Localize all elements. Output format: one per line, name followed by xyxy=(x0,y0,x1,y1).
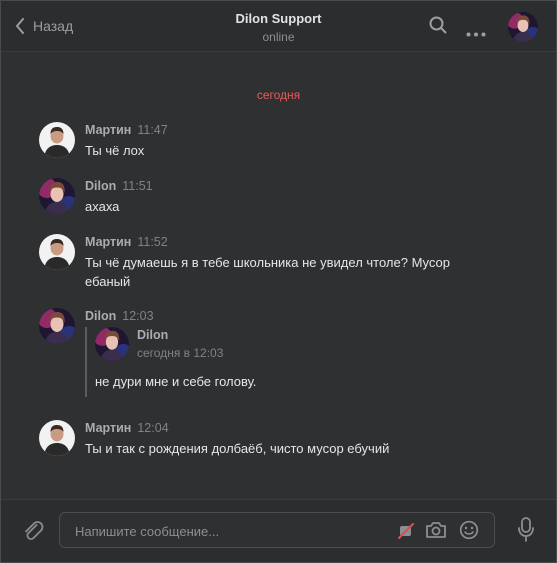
back-label: Назад xyxy=(33,18,74,34)
message-author[interactable]: Мартин xyxy=(85,421,131,435)
date-separator: сегодня xyxy=(256,88,301,102)
no-sticker-icon[interactable] xyxy=(397,522,415,545)
chat-header: Назад Dilon Support online xyxy=(1,1,556,52)
message-author[interactable]: Dilon xyxy=(85,309,116,323)
message-item: Dilon 12:03 Dilon сегодня в 12:03 не дури… xyxy=(39,308,536,408)
message-time: 11:47 xyxy=(137,123,168,137)
message-time: 11:52 xyxy=(137,235,168,249)
emoji-icon[interactable] xyxy=(459,520,479,545)
avatar[interactable] xyxy=(39,420,75,456)
more-dots-icon[interactable] xyxy=(466,24,486,42)
avatar[interactable] xyxy=(39,308,75,344)
avatar[interactable] xyxy=(39,234,75,270)
message-item: Мартин 12:04 Ты и так с рождения долбаёб,… xyxy=(39,420,536,460)
message-time: 12:04 xyxy=(137,421,169,435)
microphone-icon[interactable] xyxy=(518,517,534,548)
message-text: ахаха xyxy=(85,199,120,214)
message-author[interactable]: Мартин xyxy=(85,123,131,137)
search-icon[interactable] xyxy=(429,16,447,39)
message-time: 12:03 xyxy=(122,309,154,323)
message-text: Ты чё думаешь я в тебе школьника не увид… xyxy=(85,255,451,289)
message-time: 11:51 xyxy=(122,179,153,193)
avatar[interactable] xyxy=(39,178,75,214)
message-input-box[interactable] xyxy=(59,512,495,548)
message-text: Ты чё лох xyxy=(85,143,145,158)
forwarded-message[interactable]: Dilon сегодня в 12:03 не дури мне и себе… xyxy=(85,327,395,397)
forwarded-author: Dilon xyxy=(137,328,169,342)
composer xyxy=(1,499,556,562)
message-item: Мартин 11:47 Ты чё лох xyxy=(39,122,536,162)
message-list[interactable]: сегодня Мартин 11:47 Ты чё лох Dilon 11:51… xyxy=(1,52,556,500)
message-text: Ты и так с рождения долбаёб, чисто мусор… xyxy=(85,441,390,456)
camera-icon[interactable] xyxy=(425,521,447,544)
message-item: Dilon 11:51 ахаха xyxy=(39,178,536,218)
forwarded-time: сегодня в 12:03 xyxy=(137,346,224,360)
message-author[interactable]: Мартин xyxy=(85,235,131,249)
back-button[interactable]: Назад xyxy=(15,15,73,37)
message-text: не дури мне и себе голову. xyxy=(95,374,257,389)
chat-avatar[interactable] xyxy=(508,12,538,42)
message-input[interactable] xyxy=(73,521,387,541)
avatar[interactable] xyxy=(39,122,75,158)
message-author[interactable]: Dilon xyxy=(85,179,116,193)
chevron-left-icon xyxy=(15,18,25,34)
chat-window: Назад Dilon Support online сегодня Марти… xyxy=(0,0,557,563)
paperclip-icon[interactable] xyxy=(22,519,44,548)
avatar xyxy=(95,327,129,361)
message-item: Мартин 11:52 Ты чё думаешь я в тебе школь… xyxy=(39,234,536,292)
